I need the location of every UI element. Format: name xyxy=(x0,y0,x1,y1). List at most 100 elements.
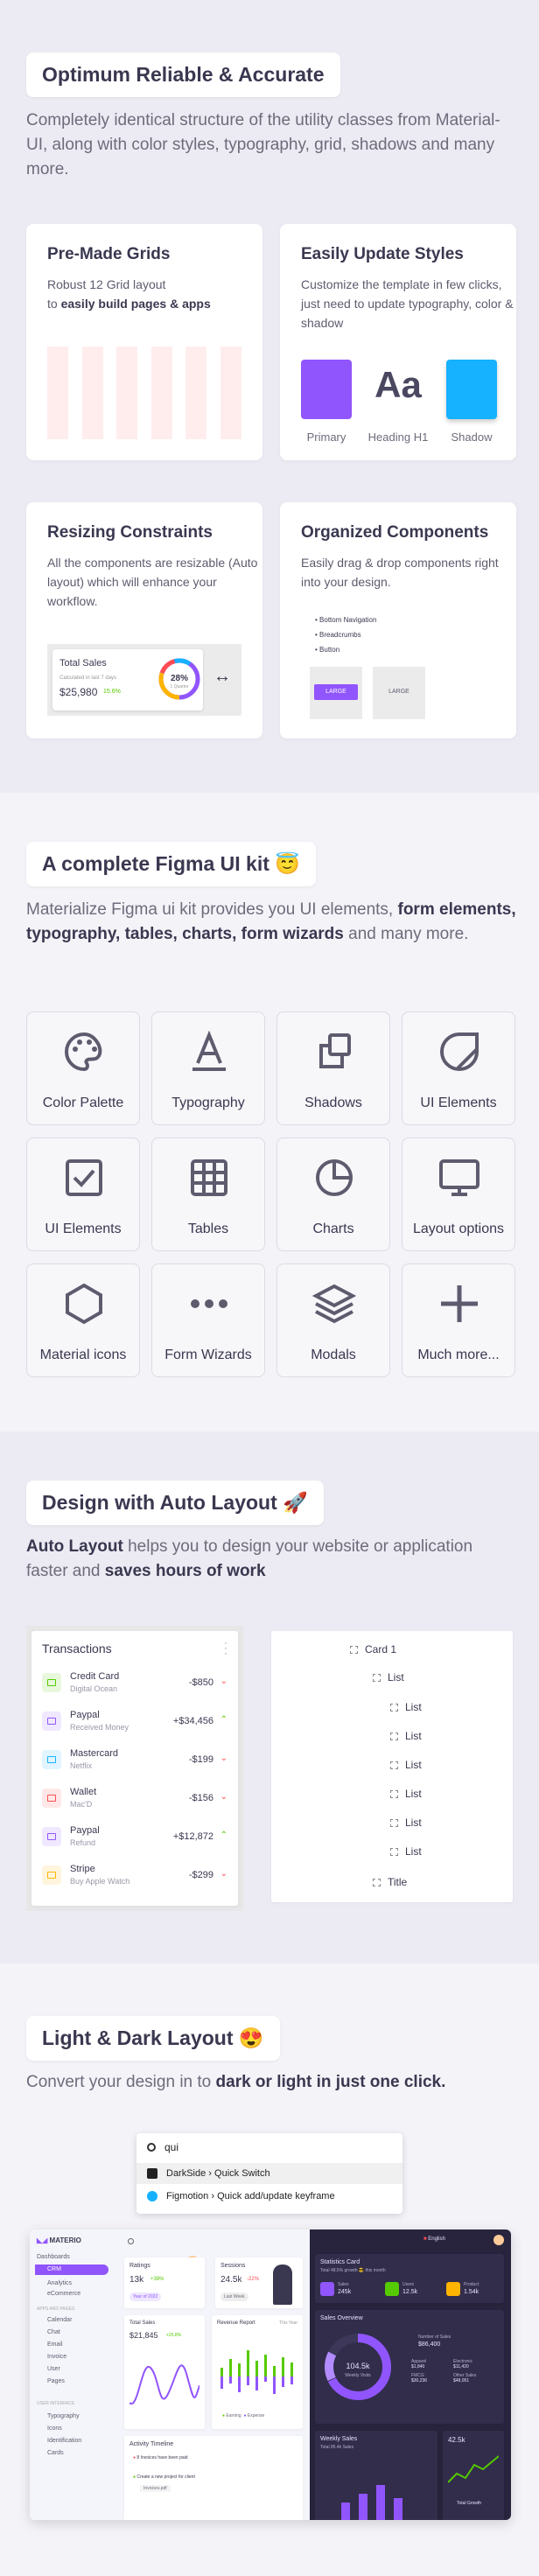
chevron-down-icon: ⌄ xyxy=(220,1676,228,1686)
layers-icon xyxy=(312,1284,356,1324)
dark-dashboard: ■ English Statistics Card Total 48.5% gr… xyxy=(310,2230,511,2520)
card-text: Easily drag & drop components right into… xyxy=(301,556,499,589)
card-title: Resizing Constraints xyxy=(47,523,213,542)
nav-invoice[interactable]: Invoice xyxy=(47,2354,66,2360)
more-icon[interactable]: · · · xyxy=(224,1637,228,1658)
shadow-swatch xyxy=(446,360,497,419)
nav-icons[interactable]: Icons xyxy=(47,2426,62,2432)
frame-icon xyxy=(373,1879,381,1887)
transaction-row[interactable]: Mastercard Netflix -$199 ⌄ xyxy=(42,1746,228,1778)
transaction-name: Stripe xyxy=(70,1864,95,1874)
search-input[interactable]: qui xyxy=(164,2141,178,2153)
card-organized: Organized Components Easily drag & drop … xyxy=(280,502,516,738)
tile-much-more[interactable]: Much more... xyxy=(402,1264,515,1377)
section-lead: Materialize Figma ui kit provides you UI… xyxy=(26,900,516,943)
tile-ui-elements-2[interactable]: UI Elements xyxy=(26,1138,140,1251)
primary-swatch xyxy=(301,360,352,419)
light-dashboard: ◣◢ MATERIO Dashboards CRM Analytics eCom… xyxy=(30,2230,310,2520)
emoji: 😍 xyxy=(238,2026,264,2049)
nav-calendar[interactable]: Calendar xyxy=(47,2317,72,2323)
transaction-name: Credit Card xyxy=(70,1671,120,1682)
tile-shadows[interactable]: Shadows xyxy=(276,1012,390,1125)
figmotion-icon xyxy=(147,2191,158,2202)
layer-item[interactable]: List xyxy=(390,1845,422,1858)
search-icon xyxy=(147,2143,156,2152)
transaction-row[interactable]: Paypal Received Money +$34,456 ⌃ xyxy=(42,1708,228,1740)
nav-crm[interactable]: CRM xyxy=(35,2264,108,2275)
sessions-card: Sessions 24.5k -22% Last Week xyxy=(215,2258,303,2308)
frame-icon xyxy=(390,1732,398,1741)
section-light-dark: Light & Dark Layout 😍 Convert your desig… xyxy=(0,1964,539,2576)
transaction-name: Paypal xyxy=(70,1710,100,1720)
nav-pages[interactable]: Pages xyxy=(47,2378,65,2384)
svg-text:28%: 28% xyxy=(171,674,188,683)
layer-item[interactable]: List xyxy=(373,1671,404,1684)
layer-item[interactable]: Card 1 xyxy=(350,1643,396,1656)
swatch-label-heading: Heading H1 xyxy=(368,430,429,444)
tile-typography[interactable]: Typography xyxy=(151,1012,265,1125)
total-sales-card: Total Sales $21,845 +25.8% xyxy=(124,2315,205,2429)
nav-typography[interactable]: Typography xyxy=(47,2413,80,2419)
tile-label: Modals xyxy=(311,1348,356,1362)
tile-form-wizards[interactable]: Form Wizards xyxy=(151,1264,265,1377)
layer-item[interactable]: Title xyxy=(373,1876,407,1888)
nav-analytics[interactable]: Analytics xyxy=(47,2280,72,2286)
card-resizing: Resizing Constraints All the components … xyxy=(26,502,262,738)
large-button-text[interactable]: LARGE xyxy=(377,684,421,700)
avatar[interactable] xyxy=(494,2235,504,2245)
widget-sub: Calculated in last 7 days xyxy=(60,676,117,681)
darkside-icon xyxy=(147,2168,158,2179)
transaction-amount: -$199 xyxy=(188,1754,214,1765)
section-title: Light & Dark Layout 😍 xyxy=(26,2016,280,2061)
tile-modals[interactable]: Modals xyxy=(276,1264,390,1377)
tile-material-icons[interactable]: Material icons xyxy=(26,1264,140,1377)
transaction-sub: Digital Ocean xyxy=(70,1684,118,1693)
chevron-up-icon: ⌃ xyxy=(220,1830,228,1840)
transaction-sub: Netflix xyxy=(70,1761,93,1770)
topbar-search-icon[interactable] xyxy=(128,2238,134,2244)
transaction-name: Paypal xyxy=(70,1825,100,1836)
transaction-row[interactable]: Wallet Mac'D -$156 ⌄ xyxy=(42,1785,228,1816)
tile-tables[interactable]: Tables xyxy=(151,1138,265,1251)
nav-chat[interactable]: Chat xyxy=(47,2329,60,2335)
transaction-row[interactable]: Stripe Buy Apple Watch -$299 ⌄ xyxy=(42,1862,228,1894)
statistics-card: Statistics Card Total 48.5% growth 😎 thi… xyxy=(315,2254,504,2303)
widget-value: $25,980 xyxy=(60,686,98,698)
chevron-up-icon: ⌃ xyxy=(220,1715,228,1725)
shadows-icon xyxy=(319,1033,351,1068)
swatch-label-primary: Primary xyxy=(306,430,346,444)
large-button-contained[interactable]: LARGE xyxy=(314,684,358,700)
language-selector[interactable]: ■ English xyxy=(424,2236,445,2242)
transaction-row[interactable]: Paypal Refund +$12,872 ⌃ xyxy=(42,1824,228,1855)
layer-item[interactable]: List xyxy=(390,1816,422,1829)
section-title: Design with Auto Layout 🚀 xyxy=(26,1480,324,1525)
layer-item[interactable]: List xyxy=(390,1730,422,1742)
transaction-row[interactable]: Credit Card Digital Ocean -$850 ⌄ xyxy=(42,1670,228,1701)
layer-item[interactable]: List xyxy=(390,1788,422,1800)
emoji: 🚀 xyxy=(283,1491,308,1514)
nav-ecommerce[interactable]: eCommerce xyxy=(47,2291,80,2297)
revenue-report-card: Revenue Report This Year ● Earning ● Exp… xyxy=(212,2315,303,2429)
nav-identification[interactable]: Identification xyxy=(47,2438,81,2444)
tile-label: Tables xyxy=(187,1222,229,1236)
payment-icon xyxy=(42,1712,61,1731)
widget-change: 15.6% xyxy=(103,689,121,695)
transaction-amount: -$850 xyxy=(188,1677,214,1688)
transaction-amount: +$12,872 xyxy=(172,1831,214,1842)
result-row-active[interactable]: DarkSide › Quick Switch xyxy=(136,2163,402,2184)
tile-color-palette[interactable]: Color Palette xyxy=(26,1012,140,1125)
nav-user[interactable]: User xyxy=(47,2366,60,2372)
tile-label: Much more... xyxy=(417,1348,500,1362)
transaction-sub: Refund xyxy=(70,1838,96,1847)
revenue-bar-chart xyxy=(220,2350,293,2394)
tile-layout-options[interactable]: Layout options xyxy=(402,1138,515,1251)
tile-charts[interactable]: Charts xyxy=(276,1138,390,1251)
layer-item[interactable]: List xyxy=(390,1701,422,1713)
nav-cards[interactable]: Cards xyxy=(47,2450,64,2456)
result-row[interactable]: Figmotion › Quick add/update keyframe xyxy=(136,2186,402,2207)
layer-item[interactable]: List xyxy=(390,1759,422,1771)
tile-ui-elements[interactable]: UI Elements xyxy=(402,1012,515,1125)
nav-email[interactable]: Email xyxy=(47,2342,63,2348)
nav-dashboards[interactable]: Dashboards xyxy=(37,2254,70,2260)
card-title: Easily Update Styles xyxy=(301,245,464,263)
